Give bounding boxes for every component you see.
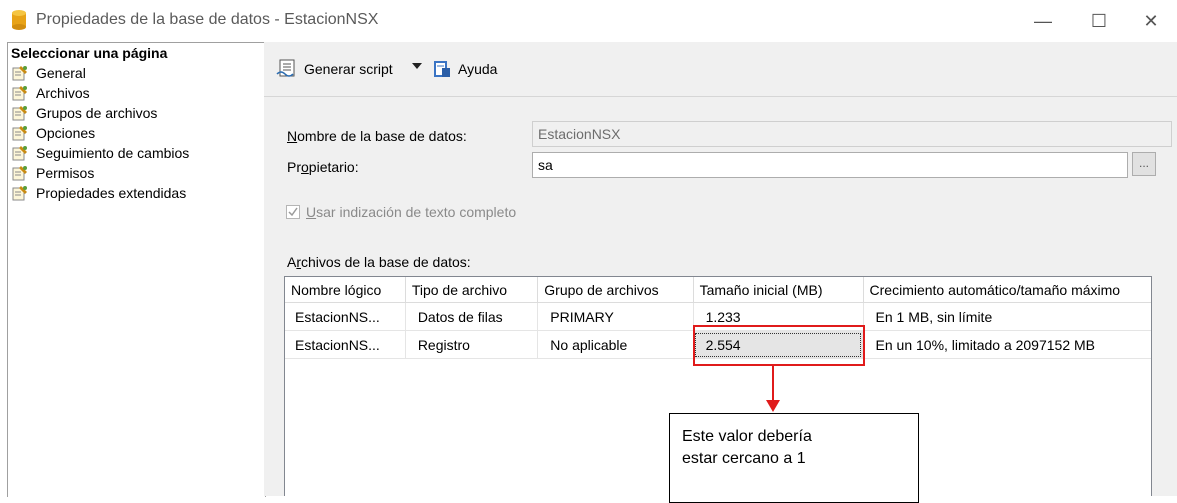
sidebar-item-filegroups[interactable]: Grupos de archivos — [12, 103, 157, 123]
column-header-file-type[interactable]: Tipo de archivo — [405, 277, 539, 303]
column-header-initial-size[interactable]: Tamaño inicial (MB) — [693, 277, 864, 303]
files-label: Archivos de la base de datos: — [287, 254, 471, 270]
page-wrench-icon — [12, 66, 27, 81]
minimize-button[interactable]: — — [1020, 6, 1066, 36]
sidebar-item-label: Opciones — [36, 125, 96, 141]
sidebar-header: Seleccionar una página — [11, 45, 168, 61]
column-header-logical-name[interactable]: Nombre lógico — [285, 277, 406, 303]
page-wrench-icon — [12, 166, 27, 181]
cell-file-type[interactable]: Datos de filas — [405, 302, 539, 331]
sidebar-item-label: Grupos de archivos — [36, 105, 158, 121]
grid-header-row: Nombre lógico Tipo de archivo Grupo de a… — [285, 277, 1151, 303]
sidebar-item-label: Archivos — [36, 85, 90, 101]
owner-field[interactable]: sa — [532, 152, 1128, 178]
annotation-note: Este valor debería estar cercano a 1 — [669, 413, 919, 503]
sidebar-item-options[interactable]: Opciones — [12, 123, 95, 143]
page-wrench-icon — [12, 106, 27, 121]
help-icon — [434, 61, 450, 77]
title-bar: Propiedades de la base de datos - Estaci… — [0, 0, 1177, 42]
cell-logical-name[interactable]: EstacionNS... — [285, 330, 406, 359]
browse-owner-button[interactable]: ... — [1132, 152, 1156, 176]
annotation-arrow-head — [766, 400, 780, 412]
sidebar-item-permissions[interactable]: Permisos — [12, 163, 94, 183]
sidebar-item-extended-properties[interactable]: Propiedades extendidas — [12, 183, 186, 203]
page-wrench-icon — [12, 186, 27, 201]
sidebar-item-label: General — [36, 65, 86, 81]
toolbar: Generar script Ayuda — [264, 42, 1177, 97]
page-selector-sidebar: Seleccionar una página General Archivos Gr… — [7, 42, 266, 497]
column-header-filegroup[interactable]: Grupo de archivos — [537, 277, 694, 303]
generate-script-label: Generar script — [304, 61, 393, 77]
maximize-button[interactable]: ☐ — [1076, 6, 1122, 36]
cell-file-type[interactable]: Registro — [405, 330, 539, 359]
help-label: Ayuda — [458, 61, 498, 77]
page-wrench-icon — [12, 126, 27, 141]
cell-filegroup[interactable]: PRIMARY — [537, 302, 694, 331]
sidebar-item-general[interactable]: General — [12, 63, 86, 83]
help-button[interactable]: Ayuda — [432, 58, 497, 80]
sidebar-item-files[interactable]: Archivos — [12, 83, 90, 103]
close-button[interactable]: ✕ — [1128, 6, 1174, 36]
annotation-line-1: Este valor debería — [682, 428, 812, 445]
column-header-autogrowth[interactable]: Crecimiento automático/tamaño máximo — [863, 277, 1151, 303]
generate-script-button[interactable]: Generar script — [276, 58, 393, 80]
sidebar-item-label: Seguimiento de cambios — [36, 145, 190, 161]
sidebar-item-change-tracking[interactable]: Seguimiento de cambios — [12, 143, 189, 163]
dbname-field: EstacionNSX — [532, 121, 1172, 147]
fulltext-checkbox: Usar indización de texto completo — [286, 204, 516, 220]
dbname-label: Nombre de la base de datos: — [287, 128, 467, 144]
page-wrench-icon — [12, 86, 27, 101]
cell-filegroup[interactable]: No aplicable — [537, 330, 694, 359]
window-title: Propiedades de la base de datos - Estaci… — [36, 11, 379, 28]
checkbox-icon — [286, 205, 300, 219]
owner-label: Propietario: — [287, 159, 359, 175]
annotation-arrow — [772, 366, 774, 402]
cell-logical-name[interactable]: EstacionNS... — [285, 302, 406, 331]
script-icon — [276, 59, 295, 77]
highlight-box — [693, 325, 865, 366]
database-icon — [12, 10, 26, 30]
dropdown-arrow-icon[interactable] — [412, 63, 422, 69]
sidebar-item-label: Permisos — [36, 165, 95, 181]
cell-autogrowth[interactable]: En un 10%, limitado a 2097152 MB — [863, 330, 1151, 359]
fulltext-label: Usar indización de texto completo — [306, 204, 517, 220]
page-wrench-icon — [12, 146, 27, 161]
sidebar-item-label: Propiedades extendidas — [36, 185, 187, 201]
annotation-line-2: estar cercano a 1 — [682, 450, 806, 467]
cell-autogrowth[interactable]: En 1 MB, sin límite — [863, 302, 1151, 331]
